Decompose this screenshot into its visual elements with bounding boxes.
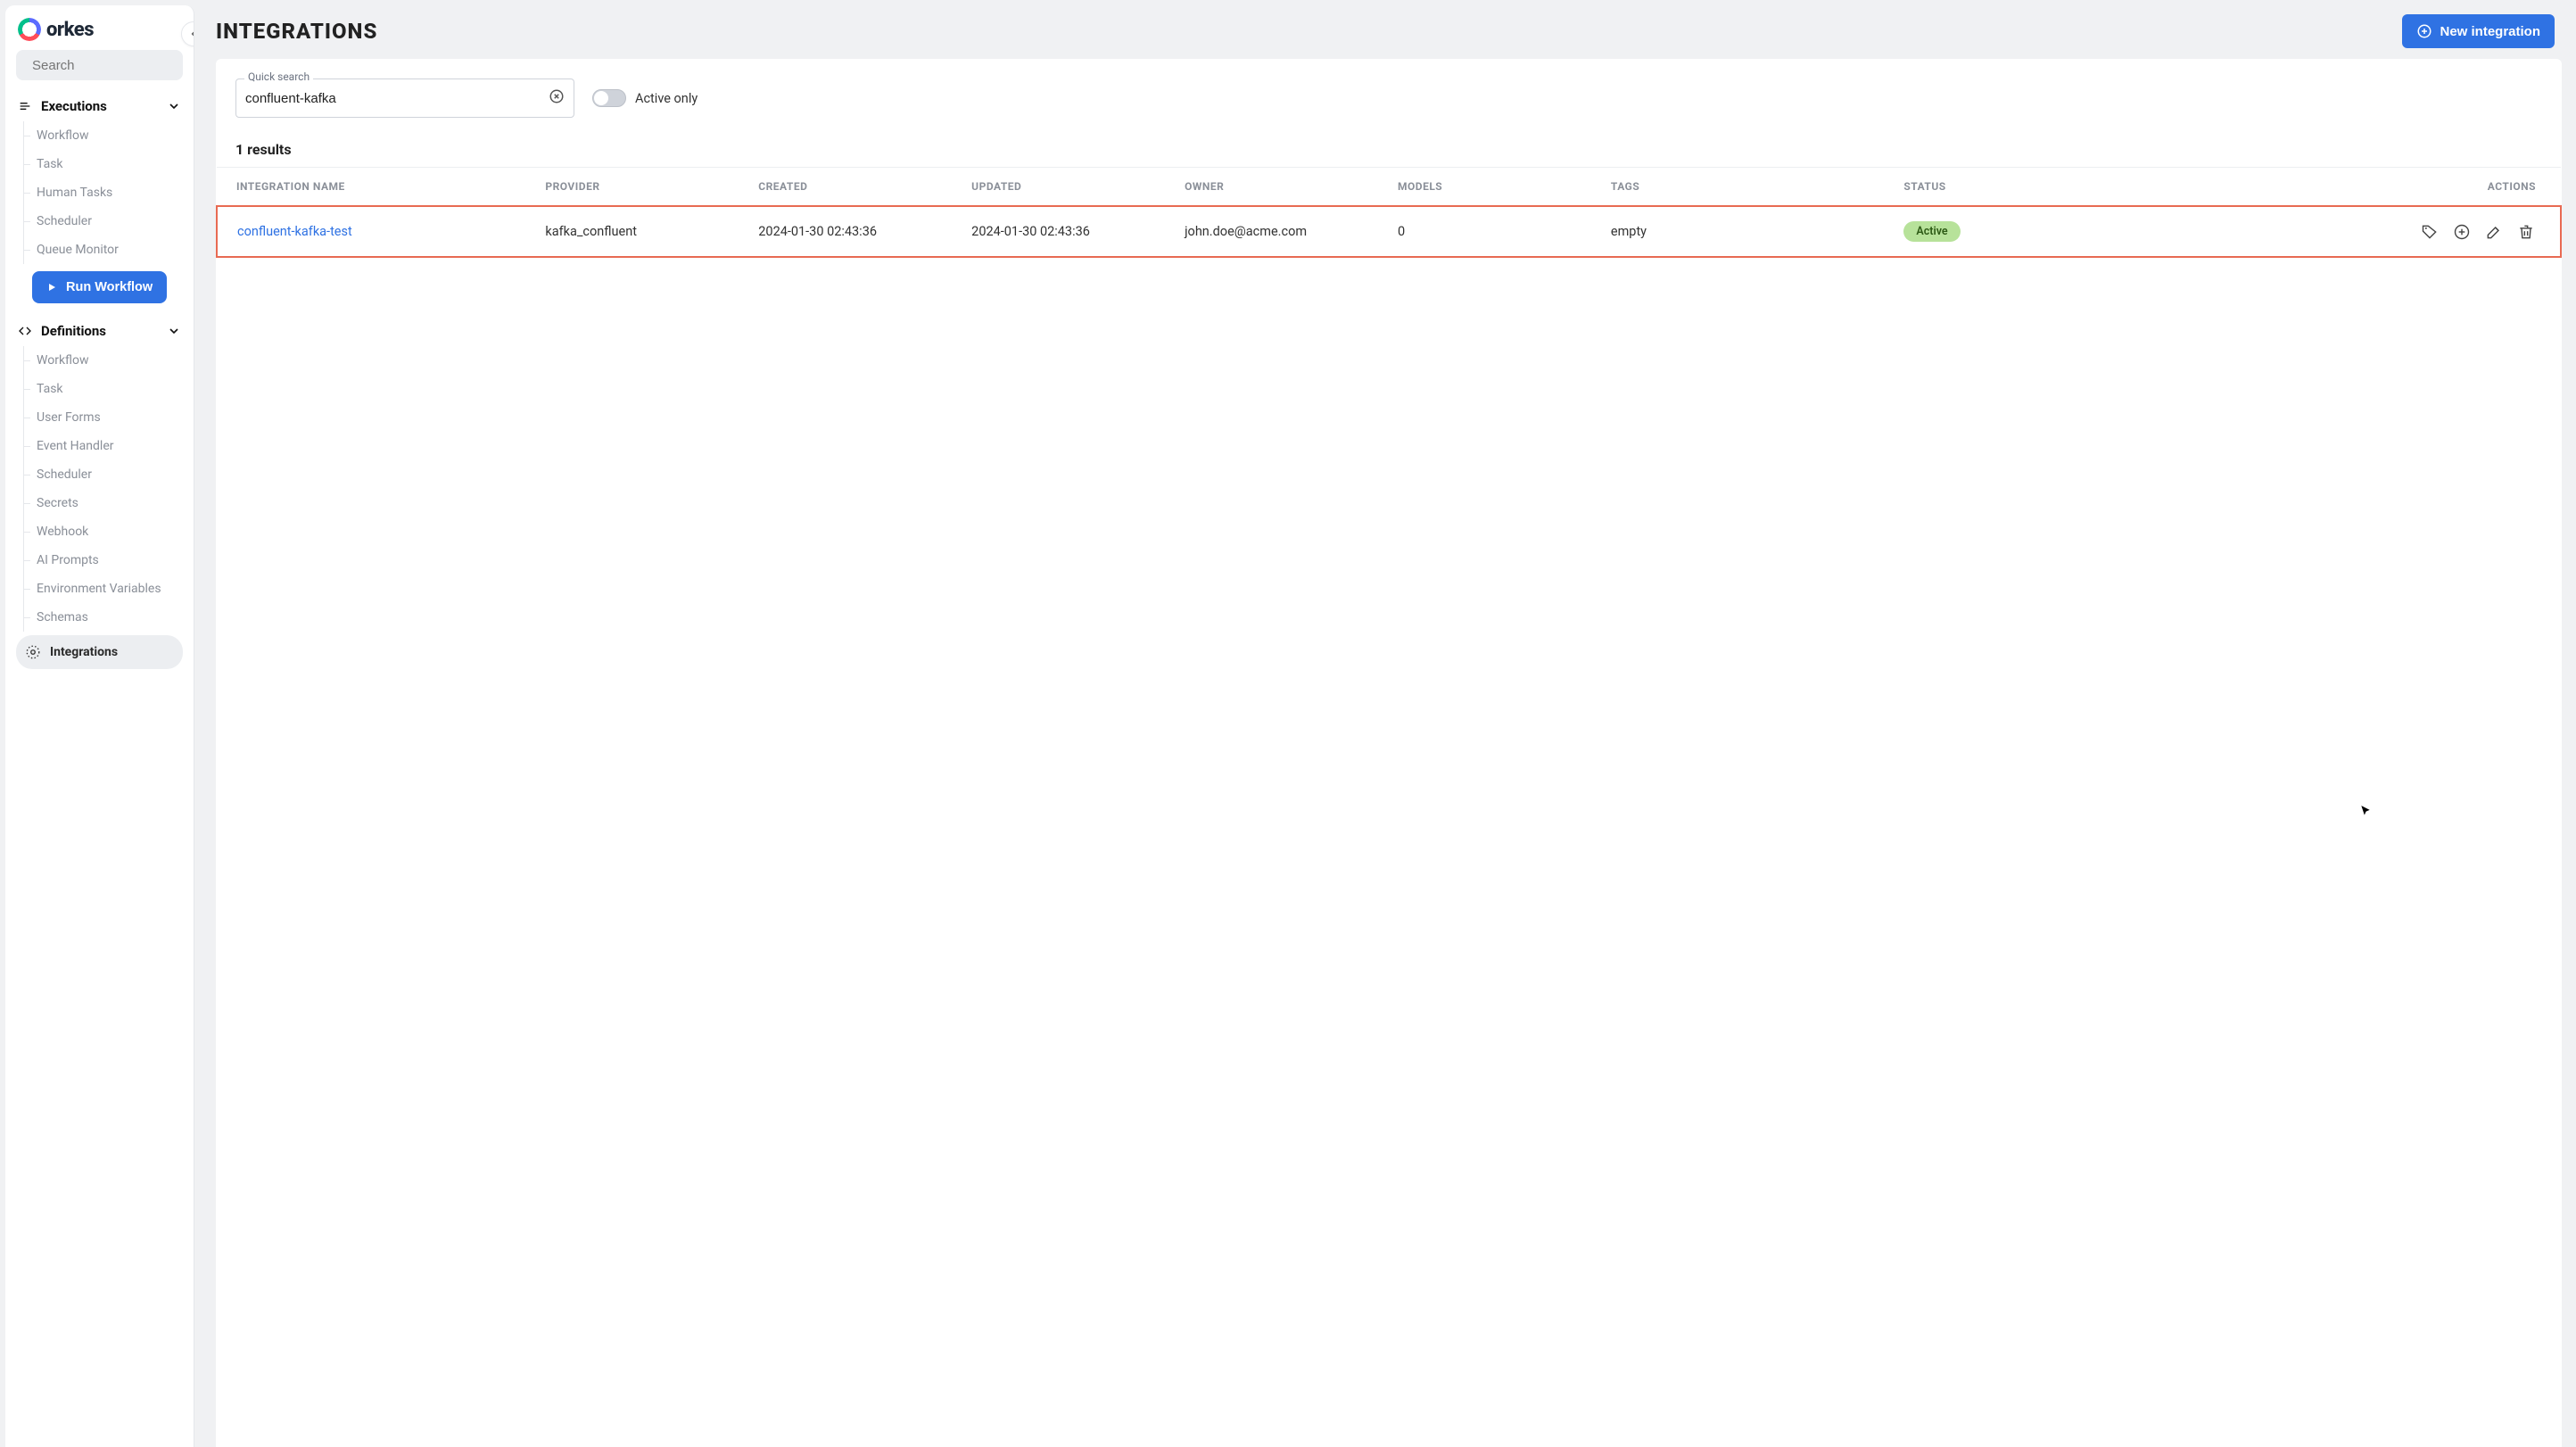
new-integration-button[interactable]: New integration — [2402, 14, 2555, 48]
plus-circle-icon — [2416, 23, 2432, 39]
results-count: 1 results — [216, 123, 2562, 167]
cell-models: 0 — [1389, 206, 1602, 257]
logo-icon — [18, 18, 41, 41]
action-edit-button[interactable] — [2485, 223, 2503, 241]
run-workflow-button[interactable]: Run Workflow — [32, 271, 167, 303]
sidebar-search[interactable]: ⌘ K — [16, 50, 183, 80]
action-add-button[interactable] — [2453, 223, 2471, 241]
main: INTEGRATIONS New integration Quick searc… — [194, 0, 2576, 1447]
integrations-icon — [25, 644, 41, 660]
cell-updated: 2024-01-30 02:43:36 — [962, 206, 1176, 257]
nav-item-integrations[interactable]: Integrations — [16, 635, 183, 669]
tag-icon — [2421, 223, 2439, 241]
col-created[interactable]: CREATED — [749, 168, 962, 207]
col-updated[interactable]: UPDATED — [962, 168, 1176, 207]
nav-item-executions-human-tasks[interactable]: Human Tasks — [24, 178, 186, 207]
col-actions: ACTIONS — [2294, 168, 2561, 207]
quick-search-clear-button[interactable] — [549, 88, 565, 108]
nav-section-label: Executions — [41, 98, 107, 114]
nav-section-executions[interactable]: Executions — [12, 91, 186, 121]
filter-row: Quick search Active only — [216, 59, 2562, 123]
col-status[interactable]: STATUS — [1895, 168, 2294, 207]
nav-item-definitions-schemas[interactable]: Schemas — [24, 603, 186, 632]
cell-tags: empty — [1602, 206, 1895, 257]
sidebar-collapse-button[interactable] — [181, 21, 194, 46]
action-tags-button[interactable] — [2421, 223, 2439, 241]
logo: orkes — [5, 5, 194, 50]
code-icon — [18, 324, 32, 338]
active-only-label: Active only — [635, 91, 698, 106]
quick-search-input[interactable] — [245, 91, 549, 106]
col-provider[interactable]: PROVIDER — [536, 168, 749, 207]
active-only-toggle[interactable] — [592, 89, 626, 107]
nav-item-executions-scheduler[interactable]: Scheduler — [24, 207, 186, 236]
integration-name-link[interactable]: confluent-kafka-test — [237, 224, 352, 239]
nav-item-definitions-task[interactable]: Task — [24, 375, 186, 403]
row-actions — [2303, 223, 2535, 241]
quick-search-label: Quick search — [244, 70, 313, 83]
nav-item-executions-queue-monitor[interactable]: Queue Monitor — [24, 236, 186, 264]
sidebar-search-input[interactable] — [32, 58, 194, 73]
nav-item-label: Integrations — [50, 645, 118, 659]
chevron-left-icon — [188, 29, 194, 39]
list-icon — [18, 99, 32, 113]
status-badge: Active — [1903, 221, 1960, 242]
chevron-down-icon — [167, 99, 181, 113]
chevron-down-icon — [167, 324, 181, 338]
nav-item-definitions-workflow[interactable]: Workflow — [24, 346, 186, 375]
nav-item-definitions-event-handler[interactable]: Event Handler — [24, 432, 186, 460]
active-only-toggle-wrap: Active only — [592, 89, 698, 107]
play-icon — [46, 282, 57, 293]
table-header-row: INTEGRATION NAME PROVIDER CREATED UPDATE… — [217, 168, 2561, 207]
col-integration-name[interactable]: INTEGRATION NAME — [217, 168, 536, 207]
nav-section-definitions[interactable]: Definitions — [12, 316, 186, 346]
cell-created: 2024-01-30 02:43:36 — [749, 206, 962, 257]
logo-text: orkes — [46, 19, 94, 41]
col-tags[interactable]: TAGS — [1602, 168, 1895, 207]
col-models[interactable]: MODELS — [1389, 168, 1602, 207]
new-integration-label: New integration — [2440, 24, 2540, 39]
run-workflow-label: Run Workflow — [66, 280, 153, 294]
nav-item-definitions-ai-prompts[interactable]: AI Prompts — [24, 546, 186, 575]
content-panel: Quick search Active only 1 results — [216, 59, 2562, 1447]
clear-icon — [549, 88, 565, 104]
cell-owner: john.doe@acme.com — [1176, 206, 1389, 257]
quick-search-field: Quick search — [235, 79, 574, 118]
nav-item-executions-workflow[interactable]: Workflow — [24, 121, 186, 150]
col-owner[interactable]: OWNER — [1176, 168, 1389, 207]
nav-item-definitions-webhook[interactable]: Webhook — [24, 517, 186, 546]
nav-item-definitions-user-forms[interactable]: User Forms — [24, 403, 186, 432]
nav-item-executions-task[interactable]: Task — [24, 150, 186, 178]
integrations-table: INTEGRATION NAME PROVIDER CREATED UPDATE… — [216, 167, 2562, 258]
plus-circle-icon — [2453, 223, 2471, 241]
sidebar: orkes ⌘ K Executions Work — [5, 5, 194, 1447]
nav-item-definitions-secrets[interactable]: Secrets — [24, 489, 186, 517]
trash-icon — [2517, 223, 2535, 241]
nav-section-label: Definitions — [41, 323, 106, 339]
action-delete-button[interactable] — [2517, 223, 2535, 241]
topbar: INTEGRATIONS New integration — [194, 0, 2576, 59]
nav-item-definitions-scheduler[interactable]: Scheduler — [24, 460, 186, 489]
cell-provider: kafka_confluent — [536, 206, 749, 257]
table-row: confluent-kafka-test kafka_confluent 202… — [217, 206, 2561, 257]
nav-item-definitions-env-vars[interactable]: Environment Variables — [24, 575, 186, 603]
page-title: INTEGRATIONS — [216, 19, 377, 44]
edit-icon — [2485, 223, 2503, 241]
